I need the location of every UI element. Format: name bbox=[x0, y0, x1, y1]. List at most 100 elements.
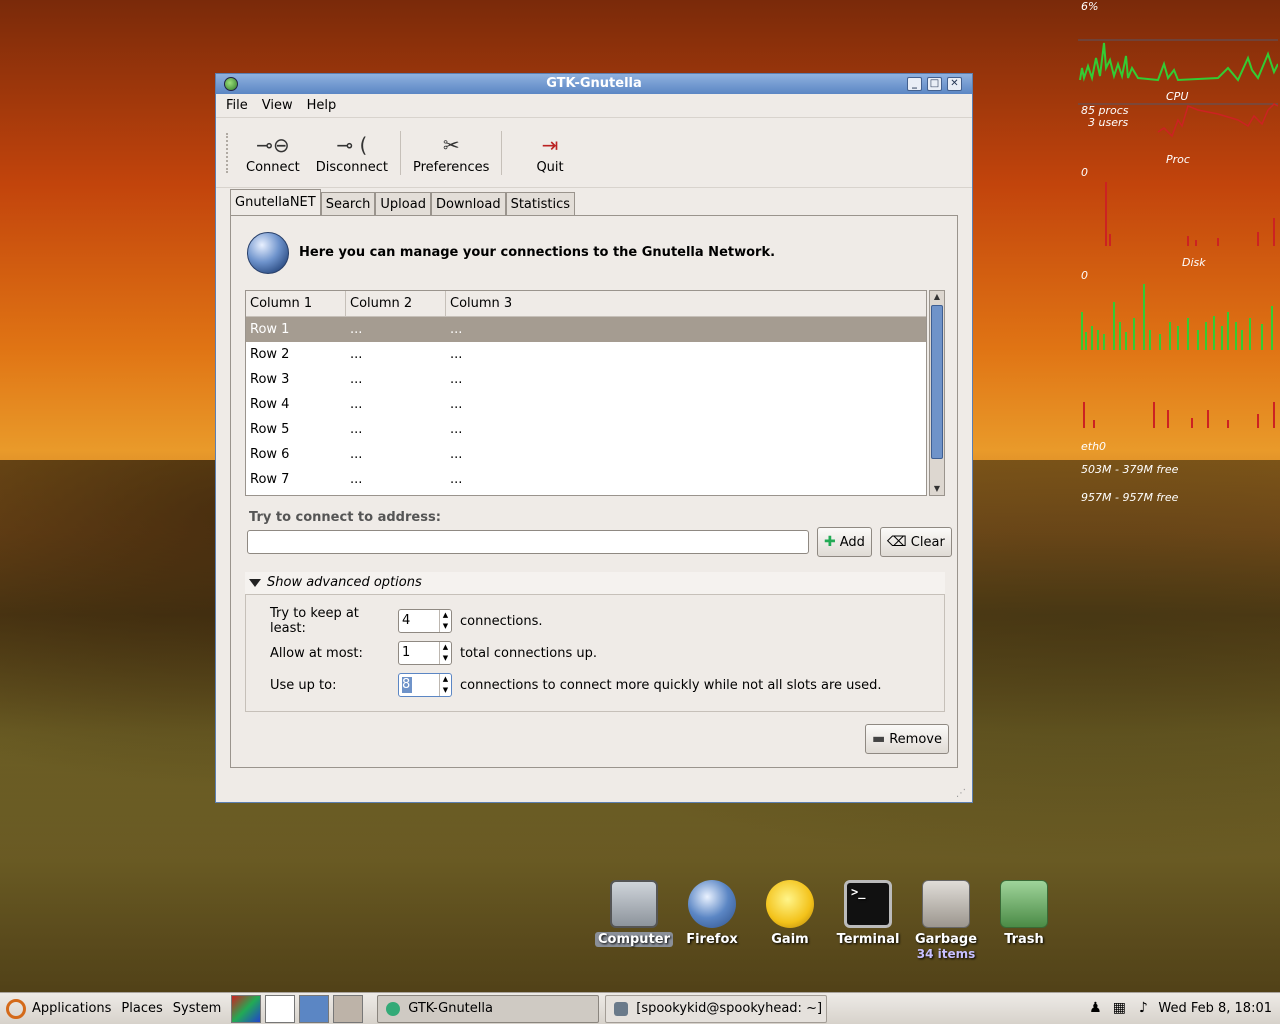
net-label: eth0 bbox=[1081, 440, 1107, 453]
spin-down-icon[interactable]: ▼ bbox=[440, 653, 451, 664]
task-gtk-gnutella[interactable]: GTK-Gnutella bbox=[377, 994, 600, 1023]
allow-spinner[interactable]: 1 ▲ ▼ bbox=[398, 641, 452, 665]
desktop-icon-garbage[interactable]: Garbage 34 items bbox=[906, 880, 986, 962]
tab-gnutellanet[interactable]: GnutellaNET bbox=[230, 189, 321, 216]
desktop-icon-gaim[interactable]: Gaim bbox=[750, 880, 830, 947]
advanced-options-expander[interactable]: Show advanced options bbox=[245, 572, 945, 594]
cell: ... bbox=[450, 447, 463, 462]
desktop-icon-computer[interactable]: Computer bbox=[594, 880, 674, 947]
icon-label: Firefox bbox=[686, 932, 738, 947]
cell: ... bbox=[350, 347, 363, 362]
gnutellanet-panel: Here you can manage your connections to … bbox=[230, 215, 958, 768]
network-icon[interactable]: ▦ bbox=[1110, 999, 1128, 1017]
cell: ... bbox=[350, 322, 363, 337]
task-terminal[interactable]: [spookykid@spookyhead: ~] bbox=[605, 994, 828, 1023]
cell: Row 4 bbox=[250, 397, 290, 412]
preferences-button[interactable]: ✂ Preferences bbox=[405, 123, 497, 183]
disconnect-label: Disconnect bbox=[315, 160, 388, 175]
desktop-icon-terminal[interactable]: >_ Terminal bbox=[828, 880, 908, 947]
column-header[interactable]: Column 2 bbox=[346, 291, 446, 317]
firefox-icon bbox=[688, 880, 736, 928]
table-row[interactable]: Row 7...... bbox=[246, 467, 926, 492]
connect-button[interactable]: ⊸⊖ Connect bbox=[238, 123, 308, 183]
trash-icon bbox=[1000, 880, 1048, 928]
resize-grip-icon[interactable]: ⋰ bbox=[956, 788, 968, 800]
keep-spinner[interactable]: 4 ▲ ▼ bbox=[398, 609, 452, 633]
places-menu[interactable]: Places bbox=[121, 1001, 162, 1016]
table-row[interactable]: Row 6...... bbox=[246, 442, 926, 467]
spin-up-icon[interactable]: ▲ bbox=[440, 642, 451, 653]
clear-button[interactable]: ⌫ Clear bbox=[880, 527, 952, 557]
cell: Row 6 bbox=[250, 447, 290, 462]
scroll-thumb[interactable] bbox=[931, 305, 943, 459]
quit-button[interactable]: ⇥ Quit bbox=[506, 123, 593, 183]
minimize-icon[interactable]: _ bbox=[907, 77, 922, 91]
volume-icon[interactable]: ♪ bbox=[1134, 999, 1152, 1017]
expander-arrow-icon bbox=[249, 579, 261, 587]
tab-upload[interactable]: Upload bbox=[375, 192, 431, 216]
tab-download[interactable]: Download bbox=[430, 192, 506, 216]
computer-icon bbox=[610, 880, 658, 928]
remove-button[interactable]: ▬ Remove bbox=[865, 724, 949, 754]
keep-value[interactable]: 4 bbox=[399, 610, 439, 632]
add-button[interactable]: ✚ Add bbox=[817, 527, 872, 557]
notebook-tabs: GnutellaNET Search Upload Download Stati… bbox=[230, 189, 576, 216]
cell: Row 5 bbox=[250, 422, 290, 437]
column-header[interactable]: Column 3 bbox=[446, 291, 926, 317]
useup-label: Use up to: bbox=[270, 677, 337, 693]
spin-down-icon[interactable]: ▼ bbox=[440, 685, 451, 696]
cpu-percent: 6% bbox=[1081, 0, 1099, 13]
plug-disconnect-icon: ⊸ ( bbox=[336, 133, 368, 157]
system-tray: ♟ ▦ ♪ Wed Feb 8, 18:01 bbox=[1086, 993, 1272, 1023]
scroll-down-icon[interactable]: ▼ bbox=[931, 483, 943, 495]
spin-down-icon[interactable]: ▼ bbox=[440, 621, 451, 632]
cell: Row 3 bbox=[250, 372, 290, 387]
spin-up-icon[interactable]: ▲ bbox=[440, 674, 451, 685]
useup-spinner[interactable]: 8 ▲ ▼ bbox=[398, 673, 452, 697]
app-icon[interactable] bbox=[224, 77, 238, 91]
ubuntu-logo-icon[interactable] bbox=[6, 998, 26, 1019]
menu-help[interactable]: Help bbox=[307, 98, 337, 113]
applications-menu[interactable]: Applications bbox=[32, 1001, 111, 1016]
show-desktop-icon[interactable] bbox=[265, 994, 296, 1023]
user-icon[interactable]: ♟ bbox=[1086, 999, 1104, 1017]
tab-search[interactable]: Search bbox=[320, 192, 376, 216]
minus-icon: ▬ bbox=[872, 731, 886, 747]
launcher-icon[interactable] bbox=[231, 994, 262, 1023]
column-header[interactable]: Column 1 bbox=[246, 291, 346, 317]
workspace-2[interactable] bbox=[333, 994, 364, 1023]
cell: Row 2 bbox=[250, 347, 290, 362]
desktop-icon-trash[interactable]: Trash bbox=[984, 880, 1064, 947]
clock[interactable]: Wed Feb 8, 18:01 bbox=[1158, 1001, 1272, 1016]
cell: ... bbox=[350, 397, 363, 412]
gtk-gnutella-window: GTK-Gnutella _ □ ✕ File View Help ⊸⊖ Con… bbox=[215, 73, 973, 803]
system-menu[interactable]: System bbox=[173, 1001, 221, 1016]
close-icon[interactable]: ✕ bbox=[947, 77, 962, 91]
allow-value[interactable]: 1 bbox=[399, 642, 439, 664]
list-header: Column 1 Column 2 Column 3 bbox=[246, 291, 926, 317]
table-row[interactable]: Row 3...... bbox=[246, 367, 926, 392]
table-row[interactable]: Row 4...... bbox=[246, 392, 926, 417]
desktop-icon-firefox[interactable]: Firefox bbox=[672, 880, 752, 947]
table-row[interactable]: Row 2...... bbox=[246, 342, 926, 367]
tab-statistics[interactable]: Statistics bbox=[505, 192, 576, 216]
address-input[interactable] bbox=[247, 530, 809, 554]
spin-up-icon[interactable]: ▲ bbox=[440, 610, 451, 621]
scroll-up-icon[interactable]: ▲ bbox=[931, 291, 943, 303]
list-scrollbar[interactable]: ▲ ▼ bbox=[929, 290, 945, 496]
maximize-icon[interactable]: □ bbox=[927, 77, 942, 91]
menu-view[interactable]: View bbox=[262, 98, 293, 113]
connections-list[interactable]: Column 1 Column 2 Column 3 Row 1...... R… bbox=[245, 290, 927, 496]
workspace-1[interactable] bbox=[299, 994, 330, 1023]
toolbar-separator bbox=[399, 130, 401, 175]
disk-zero: 0 bbox=[1081, 269, 1088, 282]
window-titlebar[interactable]: GTK-Gnutella _ □ ✕ bbox=[216, 74, 972, 94]
toolbar-grip[interactable] bbox=[226, 132, 230, 173]
menu-file[interactable]: File bbox=[226, 98, 248, 113]
disconnect-button[interactable]: ⊸ ( Disconnect bbox=[308, 123, 396, 183]
icon-label: Gaim bbox=[771, 932, 809, 947]
useup-value[interactable]: 8 bbox=[402, 677, 412, 693]
advanced-options-panel: Try to keep at least: 4 ▲ ▼ connections. … bbox=[245, 594, 945, 712]
table-row[interactable]: Row 1...... bbox=[246, 317, 926, 342]
table-row[interactable]: Row 5...... bbox=[246, 417, 926, 442]
